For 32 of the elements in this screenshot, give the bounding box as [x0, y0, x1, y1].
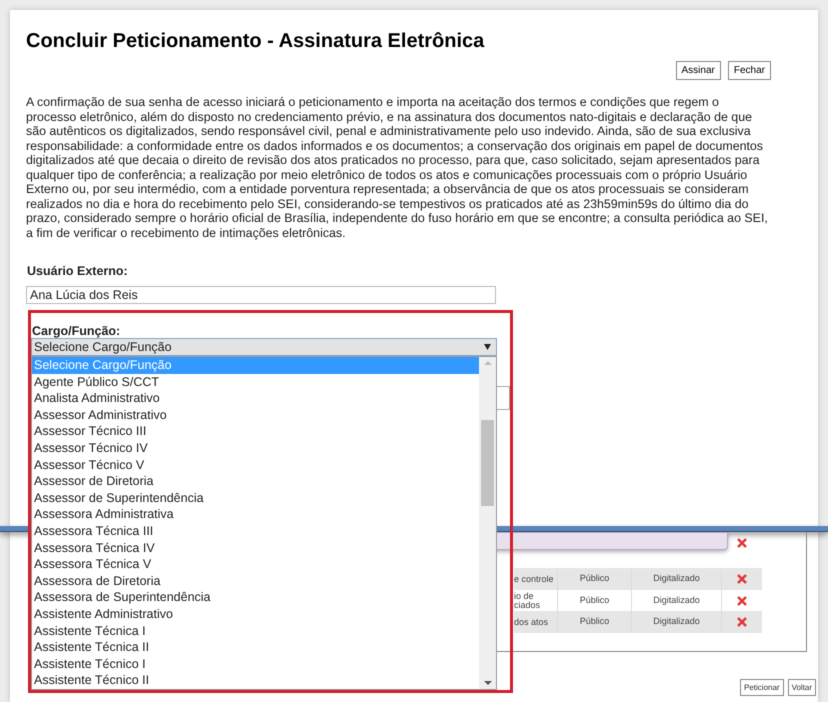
dropdown-option[interactable]: Agente Público S/CCT: [32, 374, 479, 390]
footer-button[interactable]: Voltar: [788, 679, 816, 696]
dialog-button[interactable]: Assinar: [676, 61, 721, 80]
dropdown-option[interactable]: Assessora de Superintendência: [32, 589, 479, 606]
dropdown-option[interactable]: Assessor Administrativo: [32, 406, 479, 424]
dropdown-option[interactable]: Assessor Técnico V: [32, 456, 479, 474]
notice-text: A confirmação de sua senha de acesso iniciará o peticionamento e importa na aceitação dos termos e condições que regem o processo eletrônico, além do disposto no credenciamento prévio, e na assinatura dos documentos nato-digitais e declaração de que são autênticos os digitalizados, sendo responsável civil, penal e administrativamente pelo uso indevido. Ainda, são de sua exclusiva responsabilidade: a conformidade entre os dados informados e os documentos; a conservação dos originais em papel de documentos digitalizados até que decaia o direito de revisão dos atos praticados no processo, para que, caso solicitado, sejam apresentados para qualquer tipo de conferência; a realização por meio eletrônico de todos os atos e comunicações processuais com o próprio Usuário Externo ou, por seu intermédio, com a entidade porventura representada; a observância de que os atos processuais se consideram realizados no dia e hora do recebimento pelo SEI, considerando-se tempestivos os praticados até as 23h59min59s do último dia do prazo, considerado sempre o horário oficial de Brasília, independente do fuso horário em que se encontre; a consulta periódica ao SEI, a fim de verificar o recebimento de intimações eletrônicas.: [26, 95, 769, 240]
table-cell: Digitalizado: [632, 611, 722, 633]
dropdown-option[interactable]: Assistente Administrativo: [32, 606, 479, 622]
footer-button[interactable]: Peticionar: [740, 679, 784, 696]
dropdown-option[interactable]: Assessor de Diretoria: [32, 473, 479, 490]
dialog-button[interactable]: Fechar: [728, 61, 771, 80]
dropdown-option[interactable]: Assistente Técnico I: [32, 656, 479, 672]
select-field[interactable]: Selecione Cargo/Função: [31, 338, 497, 356]
input-field[interactable]: Ana Lúcia dos Reis: [26, 286, 496, 304]
table-cell: Público: [558, 611, 632, 633]
table-cell: dos atos: [514, 611, 558, 633]
dropdown-option[interactable]: Assistente Técnica I: [32, 622, 479, 640]
dropdown-option[interactable]: Assistente Técnica II: [32, 639, 479, 656]
dropdown-option[interactable]: Assessor Técnico IV: [32, 440, 479, 457]
dropdown-option[interactable]: Assistente Técnico II: [32, 672, 479, 689]
field-label: Usuário Externo:: [27, 263, 128, 280]
dropdown-option[interactable]: Assessor Técnico III: [32, 423, 479, 440]
dropdown-option[interactable]: Assessora Técnica IV: [32, 540, 479, 556]
dropdown-option[interactable]: Assessor de Superintendência: [32, 490, 479, 506]
dropdown-option[interactable]: Analista Administrativo: [32, 390, 479, 407]
dropdown-option[interactable]: Assessora Técnica V: [32, 556, 479, 573]
dialog-title: Concluir Peticionamento - Assinatura Eletrônica: [26, 29, 484, 54]
dropdown-option[interactable]: Assessora Administrativa: [32, 506, 479, 523]
field-label: Cargo/Função:: [32, 323, 120, 340]
dropdown-option[interactable]: Assessora de Diretoria: [32, 572, 479, 590]
dropdown-option[interactable]: Assessora Técnica III: [32, 522, 479, 540]
